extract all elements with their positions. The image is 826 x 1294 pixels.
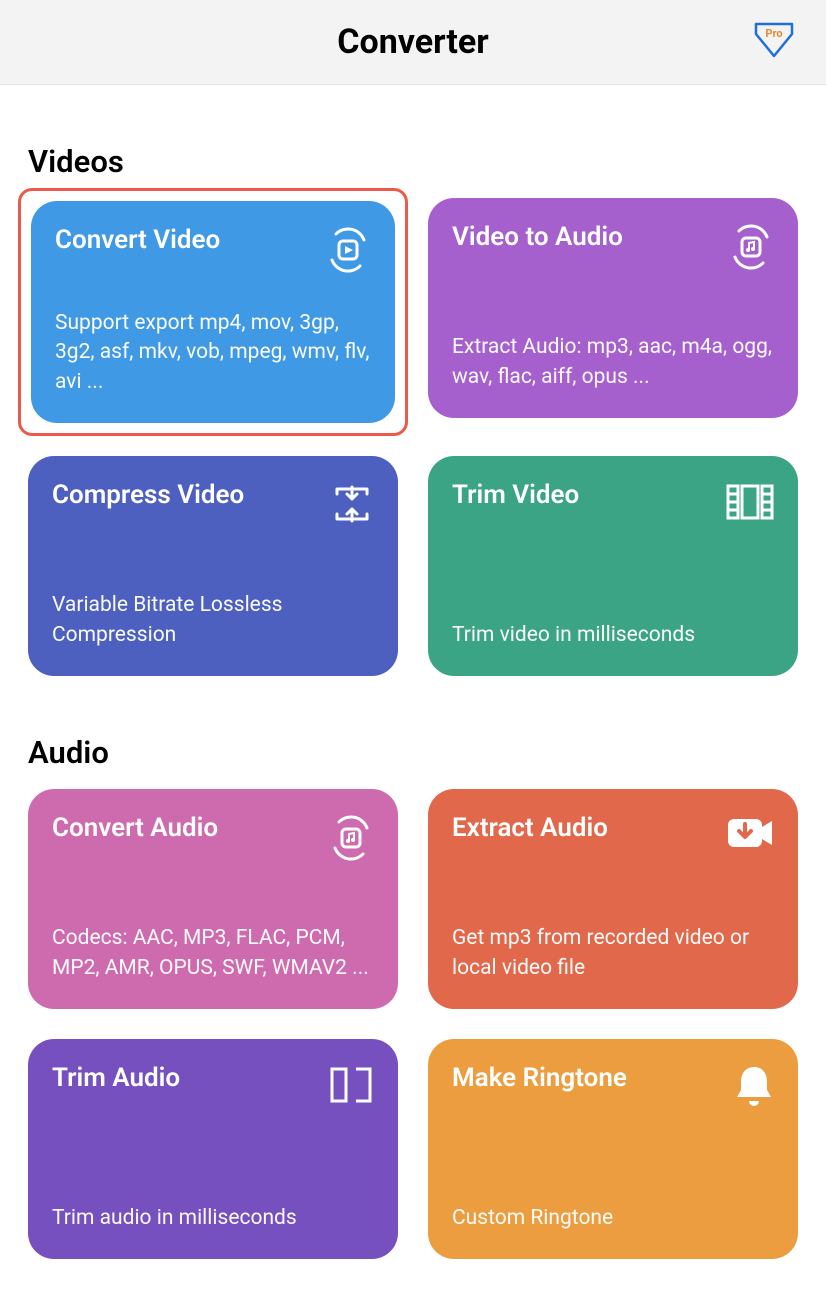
card-desc: Get mp3 from recorded video or local vid… <box>452 894 776 983</box>
content: Videos Convert Video Support export mp4, <box>0 143 826 1259</box>
camera-download-icon <box>724 813 776 857</box>
card-video-to-audio[interactable]: Video to Audio Extract Audio: mp3, aac, … <box>428 198 798 418</box>
videos-grid: Convert Video Support export mp4, mov, 3… <box>28 198 798 676</box>
card-video-to-audio-wrap: Video to Audio Extract Audio: mp3, aac, … <box>428 198 798 426</box>
card-convert-video[interactable]: Convert Video Support export mp4, mov, 3… <box>31 201 395 423</box>
card-convert-audio-wrap: Convert Audio Codecs: AAC, MP3, FLAC, PC… <box>28 789 398 1009</box>
card-title: Convert Video <box>55 225 220 256</box>
trim-audio-icon <box>326 1063 376 1111</box>
card-trim-audio-wrap: Trim Audio Trim audio in milliseconds <box>28 1039 398 1259</box>
card-convert-video-wrap: Convert Video Support export mp4, mov, 3… <box>18 188 408 436</box>
page-title: Converter <box>337 22 488 62</box>
card-title: Trim Audio <box>52 1063 180 1094</box>
card-title: Make Ringtone <box>452 1063 627 1094</box>
section-title-audio: Audio <box>28 734 798 771</box>
card-make-ringtone-wrap: Make Ringtone Custom Ringtone <box>428 1039 798 1259</box>
card-trim-video[interactable]: Trim Video Trim video in milliseconds <box>428 456 798 676</box>
card-make-ringtone[interactable]: Make Ringtone Custom Ringtone <box>428 1039 798 1259</box>
convert-video-icon <box>323 225 373 279</box>
card-desc: Trim audio in milliseconds <box>52 1174 376 1233</box>
bell-icon <box>732 1063 776 1115</box>
video-to-audio-icon <box>726 222 776 276</box>
film-trim-icon <box>724 480 776 528</box>
card-compress-video[interactable]: Compress Video Variable Bitrate Lossless… <box>28 456 398 676</box>
card-convert-audio[interactable]: Convert Audio Codecs: AAC, MP3, FLAC, PC… <box>28 789 398 1009</box>
card-compress-video-wrap: Compress Video Variable Bitrate Lossless… <box>28 456 398 676</box>
card-desc: Codecs: AAC, MP3, FLAC, PCM, MP2, AMR, O… <box>52 894 376 983</box>
card-title: Video to Audio <box>452 222 623 253</box>
card-extract-audio-wrap: Extract Audio Get mp3 from recorded vide… <box>428 789 798 1009</box>
card-desc: Trim video in milliseconds <box>452 591 776 650</box>
convert-audio-icon <box>326 813 376 867</box>
card-desc: Support export mp4, mov, 3gp, 3g2, asf, … <box>55 279 373 397</box>
compress-icon <box>328 480 376 532</box>
card-title: Convert Audio <box>52 813 218 844</box>
card-desc: Custom Ringtone <box>452 1174 776 1233</box>
card-title: Extract Audio <box>452 813 608 844</box>
card-title: Compress Video <box>52 480 244 511</box>
card-desc: Extract Audio: mp3, aac, m4a, ogg, wav, … <box>452 303 776 392</box>
card-extract-audio[interactable]: Extract Audio Get mp3 from recorded vide… <box>428 789 798 1009</box>
card-title: Trim Video <box>452 480 579 511</box>
card-trim-audio[interactable]: Trim Audio Trim audio in milliseconds <box>28 1039 398 1259</box>
card-trim-video-wrap: Trim Video Trim video in milliseconds <box>428 456 798 676</box>
section-title-videos: Videos <box>28 143 798 180</box>
pro-badge-text: Pro <box>765 27 782 40</box>
card-desc: Variable Bitrate Lossless Compression <box>52 561 376 650</box>
pro-badge[interactable]: Pro <box>752 20 796 64</box>
audio-grid: Convert Audio Codecs: AAC, MP3, FLAC, PC… <box>28 789 798 1259</box>
header: Converter Pro <box>0 0 826 85</box>
